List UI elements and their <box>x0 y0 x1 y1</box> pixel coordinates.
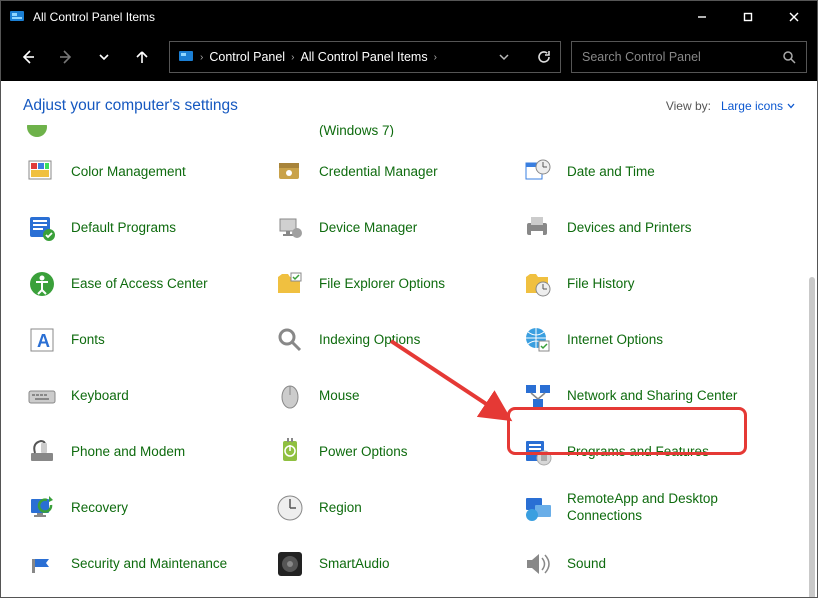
cp-item-security-maintenance[interactable]: Security and Maintenance <box>19 543 267 585</box>
cp-item-color-management[interactable]: Color Management <box>19 151 267 193</box>
smartaudio-icon <box>273 547 307 581</box>
cp-item-devices-and-printers[interactable]: Devices and Printers <box>515 207 763 249</box>
remoteapp-icon <box>521 491 555 525</box>
cp-item-date-and-time[interactable]: Date and Time <box>515 151 763 193</box>
chevron-right-icon[interactable]: › <box>200 52 203 63</box>
control-panel-icon <box>9 9 25 25</box>
generic-icon <box>273 125 307 137</box>
cp-item-remoteapp[interactable]: RemoteApp and Desktop Connections <box>515 487 763 529</box>
sound-icon <box>521 547 555 581</box>
cp-item-programs-features[interactable]: Programs and Features <box>515 431 763 473</box>
keyboard-icon <box>25 379 59 413</box>
navbar: › Control Panel › All Control Panel Item… <box>1 33 817 81</box>
chevron-right-icon[interactable]: › <box>434 52 437 63</box>
cp-item-indexing-options[interactable]: Indexing Options <box>267 319 515 361</box>
view-by-value[interactable]: Large icons <box>721 99 795 113</box>
breadcrumb-item[interactable]: All Control Panel Items <box>300 50 427 64</box>
view-by-label: View by: <box>666 99 711 113</box>
search-placeholder: Search Control Panel <box>582 50 782 64</box>
scrollbar[interactable] <box>809 277 815 597</box>
ease-of-access-icon <box>25 267 59 301</box>
security-icon <box>25 547 59 581</box>
cp-item[interactable] <box>19 125 267 137</box>
search-icon <box>782 50 796 64</box>
window-title: All Control Panel Items <box>33 10 679 24</box>
cp-item-sound[interactable]: Sound <box>515 543 763 585</box>
cp-item-file-explorer-options[interactable]: File Explorer Options <box>267 263 515 305</box>
mouse-icon <box>273 379 307 413</box>
cp-item[interactable] <box>515 125 763 137</box>
default-programs-icon <box>25 211 59 245</box>
folder-options-icon <box>273 267 307 301</box>
forward-button[interactable] <box>49 40 83 74</box>
cp-item[interactable]: (Windows 7) <box>267 125 515 137</box>
cp-item-fonts[interactable]: AFonts <box>19 319 267 361</box>
content-header: Adjust your computer's settings View by:… <box>1 81 817 125</box>
device-manager-icon <box>273 211 307 245</box>
generic-icon <box>521 125 555 137</box>
generic-icon <box>25 125 59 137</box>
items-grid-wrap: (Windows 7) Color Management Credential … <box>1 125 817 597</box>
internet-options-icon <box>521 323 555 357</box>
cp-item-device-manager[interactable]: Device Manager <box>267 207 515 249</box>
phone-modem-icon <box>25 435 59 469</box>
window: All Control Panel Items › Control Panel … <box>0 0 818 598</box>
date-time-icon <box>521 155 555 189</box>
file-history-icon <box>521 267 555 301</box>
items-grid: (Windows 7) Color Management Credential … <box>19 125 799 597</box>
cp-item-keyboard[interactable]: Keyboard <box>19 375 267 417</box>
svg-text:A: A <box>37 331 50 351</box>
page-title: Adjust your computer's settings <box>23 97 238 115</box>
cp-item-credential-manager[interactable]: Credential Manager <box>267 151 515 193</box>
window-buttons <box>679 1 817 33</box>
chevron-down-icon <box>787 102 795 110</box>
titlebar: All Control Panel Items <box>1 1 817 33</box>
control-panel-icon <box>178 49 194 65</box>
breadcrumb-item[interactable]: Control Panel <box>209 50 285 64</box>
programs-features-icon <box>521 435 555 469</box>
maximize-button[interactable] <box>725 1 771 33</box>
cp-item-phone-modem[interactable]: Phone and Modem <box>19 431 267 473</box>
cp-item-recovery[interactable]: Recovery <box>19 487 267 529</box>
indexing-icon <box>273 323 307 357</box>
recent-locations-button[interactable] <box>87 40 121 74</box>
minimize-button[interactable] <box>679 1 725 33</box>
cp-item-smartaudio[interactable]: SmartAudio <box>267 543 515 585</box>
cp-item-internet-options[interactable]: Internet Options <box>515 319 763 361</box>
power-icon <box>273 435 307 469</box>
refresh-button[interactable] <box>536 49 552 65</box>
cp-item-ease-of-access[interactable]: Ease of Access Center <box>19 263 267 305</box>
search-input[interactable]: Search Control Panel <box>571 41 807 73</box>
devices-printers-icon <box>521 211 555 245</box>
address-bar[interactable]: › Control Panel › All Control Panel Item… <box>169 41 561 73</box>
back-button[interactable] <box>11 40 45 74</box>
color-management-icon <box>25 155 59 189</box>
up-button[interactable] <box>125 40 159 74</box>
chevron-down-icon[interactable] <box>498 51 510 63</box>
credential-manager-icon <box>273 155 307 189</box>
cp-item-default-programs[interactable]: Default Programs <box>19 207 267 249</box>
view-by-control[interactable]: View by: Large icons <box>666 99 795 113</box>
cp-item-file-history[interactable]: File History <box>515 263 763 305</box>
cp-item-network-sharing[interactable]: Network and Sharing Center <box>515 375 763 417</box>
recovery-icon <box>25 491 59 525</box>
content-area: Adjust your computer's settings View by:… <box>1 81 817 597</box>
network-icon <box>521 379 555 413</box>
cp-item-power-options[interactable]: Power Options <box>267 431 515 473</box>
chevron-right-icon[interactable]: › <box>291 52 294 63</box>
fonts-icon: A <box>25 323 59 357</box>
cp-item-mouse[interactable]: Mouse <box>267 375 515 417</box>
cp-item-region[interactable]: Region <box>267 487 515 529</box>
region-icon <box>273 491 307 525</box>
close-button[interactable] <box>771 1 817 33</box>
